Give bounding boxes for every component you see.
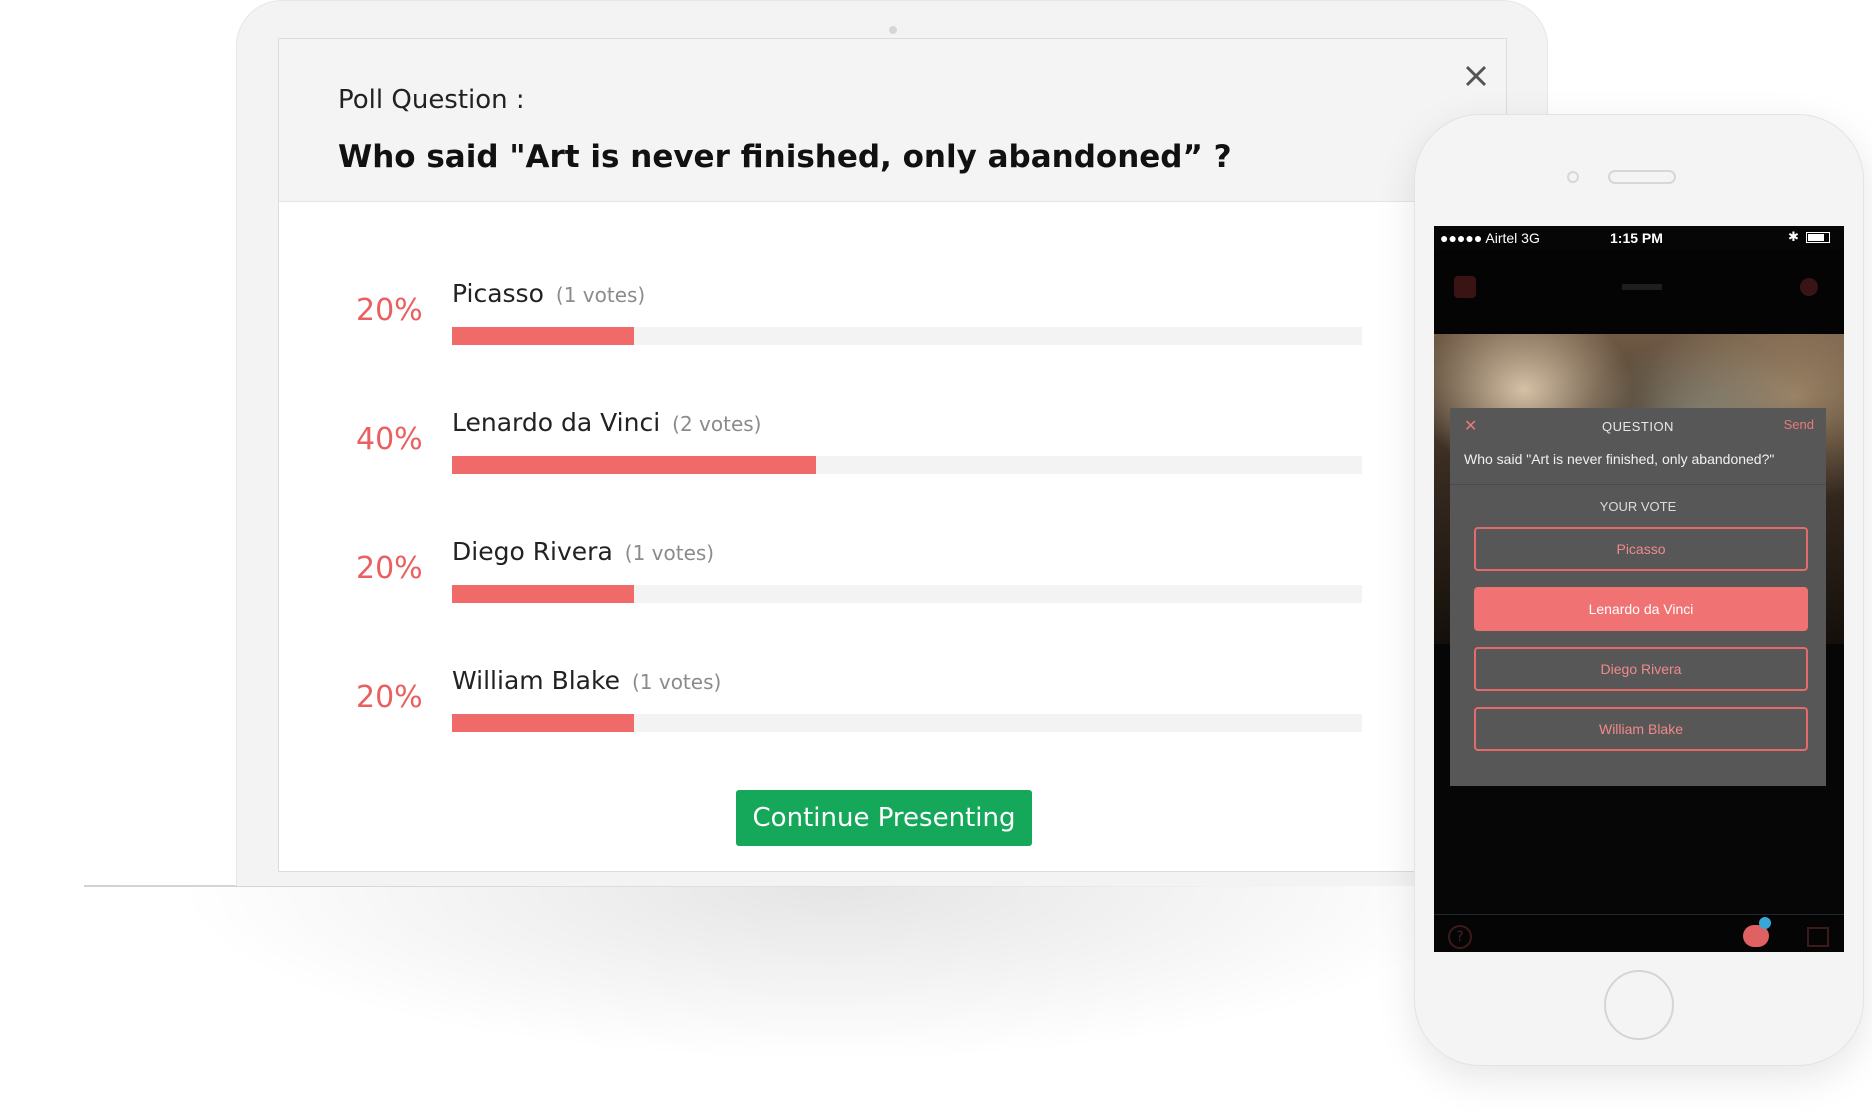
close-button[interactable] (1459, 59, 1493, 93)
vote-option[interactable]: William Blake (1474, 707, 1808, 751)
result-percent: 40% (356, 422, 423, 457)
card-question: Who said "Art is never finished, only ab… (1464, 451, 1775, 467)
device-shadow (190, 887, 1470, 1057)
result-bar-track (452, 714, 1362, 732)
result-option: Lenardo da Vinci (2 votes) (452, 408, 761, 437)
battery-icon (1806, 232, 1830, 243)
card-heading: QUESTION (1602, 419, 1674, 434)
result-bar-fill (452, 327, 634, 345)
modal-header: Poll Question : Who said "Art is never f… (279, 39, 1506, 202)
poll-results-modal: Poll Question : Who said "Art is never f… (278, 38, 1507, 872)
result-bar-track (452, 585, 1362, 603)
result-option-name: William Blake (452, 666, 620, 695)
result-option-name: Diego Rivera (452, 537, 613, 566)
result-percent: 20% (356, 551, 423, 586)
result-option-name: Lenardo da Vinci (452, 408, 661, 437)
result-vote-count: (1 votes) (624, 541, 715, 565)
pages-icon[interactable] (1807, 927, 1829, 947)
phone-frame: ●●●●● Airtel 3G 1:15 PM ✱ ✕ QUESTION Sen… (1414, 114, 1864, 1066)
menu-icon[interactable] (1800, 278, 1818, 296)
result-option: Diego Rivera (1 votes) (452, 537, 714, 566)
send-button[interactable]: Send (1784, 417, 1814, 432)
vote-option[interactable]: Picasso (1474, 527, 1808, 571)
battery-level (1808, 234, 1824, 241)
result-option: Picasso (1 votes) (452, 279, 645, 308)
phone-screen: ●●●●● Airtel 3G 1:15 PM ✱ ✕ QUESTION Sen… (1434, 226, 1844, 952)
result-bar-fill (452, 585, 634, 603)
result-percent: 20% (356, 293, 423, 328)
result-row: 40% Lenardo da Vinci (2 votes) (279, 402, 1506, 512)
phone-speaker (1608, 170, 1676, 184)
result-row: 20% William Blake (1 votes) (279, 660, 1506, 770)
result-bar-fill (452, 714, 634, 732)
poll-label: Poll Question : (338, 85, 525, 115)
notification-badge (1759, 917, 1771, 929)
poll-question: Who said "Art is never finished, only ab… (338, 139, 1232, 175)
status-carrier: ●●●●● Airtel 3G (1440, 230, 1540, 246)
app-title-placeholder (1622, 284, 1662, 290)
vote-card: ✕ QUESTION Send Who said "Art is never f… (1450, 408, 1826, 786)
result-bar-track (452, 327, 1362, 345)
result-option: William Blake (1 votes) (452, 666, 721, 695)
back-icon[interactable] (1454, 276, 1476, 298)
result-percent: 20% (356, 680, 423, 715)
laptop-camera (889, 26, 897, 34)
status-time: 1:15 PM (1610, 230, 1663, 246)
your-vote-label: YOUR VOTE (1599, 499, 1677, 514)
help-icon[interactable]: ? (1448, 925, 1472, 949)
status-bar: ●●●●● Airtel 3G 1:15 PM ✱ (1434, 226, 1844, 250)
result-vote-count: (2 votes) (672, 412, 762, 436)
home-button[interactable] (1604, 970, 1674, 1040)
result-bar-fill (452, 456, 816, 474)
result-option-name: Picasso (452, 279, 544, 308)
result-vote-count: (1 votes) (555, 283, 646, 307)
vote-option[interactable]: Diego Rivera (1474, 647, 1808, 691)
vote-option[interactable]: Lenardo da Vinci (1474, 587, 1808, 631)
card-divider (1450, 484, 1826, 485)
continue-presenting-button[interactable]: Continue Presenting (736, 790, 1032, 846)
bluetooth-icon: ✱ (1788, 229, 1799, 244)
result-bar-track (452, 456, 1362, 474)
result-row: 20% Diego Rivera (1 votes) (279, 531, 1506, 641)
close-icon (1465, 65, 1487, 87)
phone-camera (1567, 171, 1579, 183)
bottom-toolbar: ? (1434, 914, 1844, 952)
result-row: 20% Picasso (1 votes) (279, 273, 1506, 383)
result-vote-count: (1 votes) (631, 670, 722, 694)
app-top-bar (1434, 250, 1844, 334)
